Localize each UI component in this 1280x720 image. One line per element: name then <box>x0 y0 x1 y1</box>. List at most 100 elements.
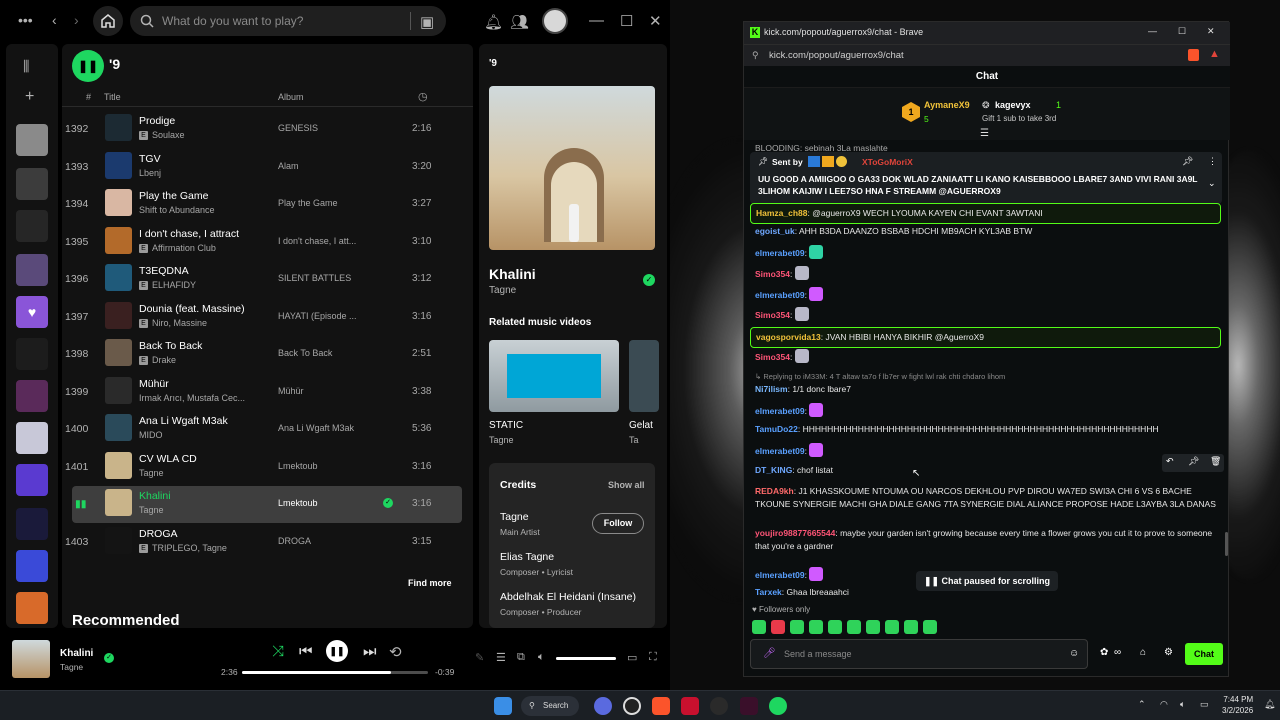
lyrics-icon[interactable]: ✎ <box>475 651 484 664</box>
player-artist[interactable]: Tagne <box>60 662 83 672</box>
store-icon[interactable]: ⌂ <box>1140 647 1146 658</box>
brave-icon[interactable] <box>652 697 670 715</box>
track-row[interactable]: 1395 I don't chase, I attract E Affirmati… <box>62 224 462 261</box>
chat-username[interactable]: youjiro98877665544 <box>755 528 835 538</box>
library-item[interactable] <box>16 380 48 412</box>
library-icon[interactable]: ⫼ <box>23 58 29 75</box>
forward-arrow-icon[interactable]: › <box>74 12 79 28</box>
track-artist[interactable]: Niro, Massine <box>152 318 207 328</box>
track-row[interactable]: 1403 DROGA E TRIPLEGO, Tagne DROGA 3:15 <box>62 524 462 561</box>
volume-icon[interactable]: 🔈︎ <box>1180 699 1185 710</box>
chat-username[interactable]: elmerabet09 <box>755 446 805 456</box>
previous-icon[interactable]: ⏮︎ <box>299 643 313 660</box>
chat-username[interactable]: elmerabet09 <box>755 248 805 258</box>
shuffle-icon[interactable]: ⤨ <box>272 643 284 660</box>
emote-icon[interactable] <box>866 620 880 634</box>
track-title[interactable]: Prodige <box>139 115 175 127</box>
chat-app-icon[interactable] <box>594 697 612 715</box>
track-album[interactable]: Back To Back <box>278 348 332 358</box>
notifications-icon[interactable]: 🔔︎ <box>1264 699 1275 710</box>
minimize-icon[interactable]: — <box>1148 26 1157 36</box>
search-bar[interactable]: What do you want to play? ▣ <box>130 6 446 36</box>
track-album[interactable]: Alam <box>278 161 299 171</box>
follow-button[interactable]: Follow <box>592 513 644 534</box>
more-options-icon[interactable]: ⋮ <box>1208 156 1217 167</box>
maximize-icon[interactable]: ☐ <box>620 12 633 30</box>
video-thumbnail[interactable] <box>489 340 619 412</box>
track-row[interactable]: 1392 Prodige E Soulaxe GENESIS 2:16 <box>62 111 462 148</box>
bell-icon[interactable]: 🔔︎ <box>484 13 503 31</box>
clock[interactable]: 7:44 PM 3/2/2026 <box>1222 694 1253 716</box>
track-album[interactable]: GENESIS <box>278 123 318 133</box>
track-row[interactable]: 1396 T3EQDNA E ELHAFIDY SILENT BATTLES 3:… <box>62 261 462 298</box>
track-row[interactable]: 1400 Ana Li Wgaft M3ak MIDO Ana Li Wgaft… <box>62 411 462 448</box>
library-item[interactable] <box>16 254 48 286</box>
credit-name[interactable]: Tagne <box>500 511 529 523</box>
gear-icon[interactable]: ⚙ <box>1164 647 1173 658</box>
now-playing-artist[interactable]: Tagne <box>489 285 516 296</box>
track-artist[interactable]: Tagne <box>139 468 164 478</box>
microphone-icon[interactable]: 🎤︎ <box>763 648 776 659</box>
chat-username[interactable]: REDA9kh <box>755 486 794 496</box>
track-title[interactable]: Khalini <box>139 490 171 502</box>
leader-second-name[interactable]: kagevyx <box>995 100 1031 110</box>
track-album[interactable]: Ana Li Wgaft M3ak <box>278 423 354 433</box>
play-pause-button[interactable]: ❚❚ <box>326 640 348 662</box>
credit-name[interactable]: Elias Tagne <box>500 551 554 563</box>
miniplayer-icon[interactable]: ▭ <box>627 651 637 664</box>
chat-username[interactable]: Simo354 <box>755 310 790 320</box>
chat-send-button[interactable]: Chat <box>1185 643 1223 665</box>
track-row[interactable]: 1401 CV WLA CD Tagne Lmektoub 3:16 <box>62 449 462 486</box>
track-title[interactable]: CV WLA CD <box>139 453 197 465</box>
battery-icon[interactable]: ▭ <box>1200 699 1209 710</box>
chat-username[interactable]: vagosporvida13 <box>756 332 821 342</box>
track-artist[interactable]: Tagne <box>139 505 164 515</box>
windows-start-icon[interactable] <box>494 697 512 715</box>
saved-check-icon[interactable]: ✓ <box>383 498 393 508</box>
emote-icon[interactable] <box>923 620 937 634</box>
maximize-icon[interactable]: ☐ <box>1178 26 1186 37</box>
url-text[interactable]: kick.com/popout/aguerrox9/chat <box>769 50 904 61</box>
emote-icon[interactable] <box>809 620 823 634</box>
add-icon[interactable]: + <box>25 88 34 106</box>
track-title[interactable]: T3EQDNA <box>139 265 189 277</box>
chat-username[interactable]: elmerabet09 <box>755 406 805 416</box>
video-artist[interactable]: Tagne <box>489 435 514 445</box>
video-artist[interactable]: Ta <box>629 435 639 445</box>
library-item[interactable] <box>16 124 48 156</box>
tray-chevron-icon[interactable]: ⌃ <box>1138 699 1146 710</box>
github-icon[interactable] <box>623 697 641 715</box>
emote-icon[interactable] <box>885 620 899 634</box>
player-saved-check-icon[interactable]: ✓ <box>104 653 114 663</box>
video-thumbnail[interactable] <box>629 340 659 412</box>
track-artist[interactable]: ELHAFIDY <box>152 280 196 290</box>
chat-username[interactable]: egoist_uk <box>755 226 795 236</box>
infinity-icon[interactable]: ∞ <box>1114 647 1121 658</box>
leader-first-name[interactable]: AymaneX9 <box>924 100 970 110</box>
track-album[interactable]: HAYATI (Episode ... <box>278 311 357 321</box>
reply-icon[interactable]: ↶ <box>1166 456 1174 467</box>
credit-name[interactable]: Abdelhak El Heidani (Insane) <box>500 591 636 603</box>
track-artist[interactable]: Lbenj <box>139 168 161 178</box>
library-item[interactable] <box>16 210 48 242</box>
chat-username[interactable]: elmerabet09 <box>755 570 805 580</box>
video-title[interactable]: Gelat <box>629 420 653 431</box>
track-title[interactable]: Play the Game <box>139 190 208 202</box>
library-item[interactable] <box>16 464 48 496</box>
home-button[interactable] <box>93 6 123 36</box>
queue-icon[interactable]: ☰ <box>496 651 506 664</box>
library-item[interactable] <box>16 422 48 454</box>
track-album[interactable]: Lmektoub <box>278 461 318 471</box>
pause-button[interactable]: ❚❚ <box>72 50 104 82</box>
browse-icon[interactable]: ▣ <box>420 13 434 31</box>
brave-shields-icon[interactable] <box>1188 49 1199 61</box>
emote-icon[interactable] <box>790 620 804 634</box>
track-artist[interactable]: Irmak Arıcı, Mustafa Cec... <box>139 393 245 403</box>
minimize-icon[interactable]: — <box>589 12 604 29</box>
taskbar-search[interactable]: ⚲ Search <box>521 696 579 716</box>
track-title[interactable]: Mühür <box>139 378 169 390</box>
emote-icon[interactable] <box>752 620 766 634</box>
chat-username[interactable]: Hamza_ch88 <box>756 208 808 218</box>
player-title[interactable]: Khalini <box>60 648 93 659</box>
chat-username[interactable]: Tarxek <box>755 587 782 596</box>
